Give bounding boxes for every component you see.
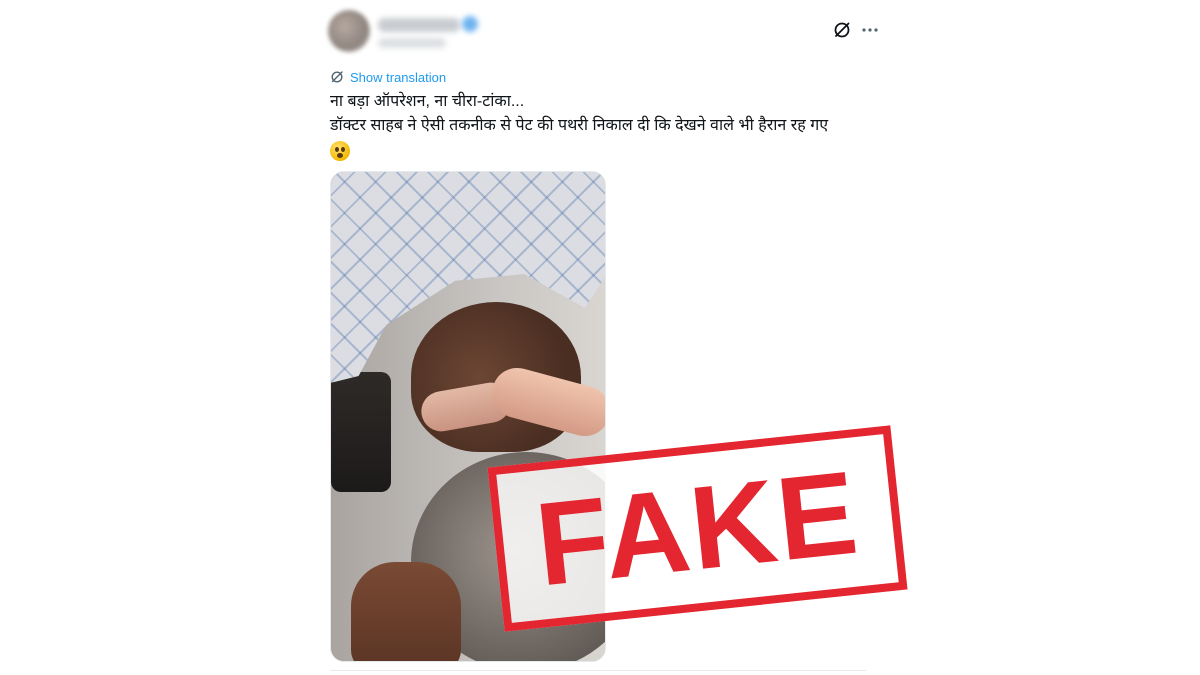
tweet-text-line-1: ना बड़ा ऑपरेशन, ना चीरा-टांका...	[330, 93, 525, 110]
avatar[interactable]	[328, 10, 370, 52]
tweet-text-line-2: डॉक्टर साहब ने ऐसी तकनीक से पेट की पथरी …	[330, 117, 829, 134]
tweet-text-line-3	[330, 138, 890, 162]
divider	[330, 670, 866, 671]
astonished-face-emoji-icon	[330, 140, 350, 161]
username-blurred[interactable]	[378, 38, 446, 48]
grok-icon[interactable]	[832, 20, 852, 40]
verified-badge-icon	[462, 16, 478, 32]
tweet-header	[328, 8, 888, 58]
display-name-blurred[interactable]	[378, 18, 460, 32]
translate-icon	[331, 71, 343, 83]
media-leg-shape	[331, 372, 391, 492]
tweet-text: ना बड़ा ऑपरेशन, ना चीरा-टांका... डॉक्टर …	[330, 90, 890, 162]
media-holding-hand-shape	[351, 562, 461, 661]
show-translation-link[interactable]: Show translation	[330, 68, 446, 86]
more-icon[interactable]	[860, 20, 880, 40]
show-translation-label[interactable]: Show translation	[350, 70, 446, 85]
fake-stamp-label: FAKE	[530, 445, 865, 612]
